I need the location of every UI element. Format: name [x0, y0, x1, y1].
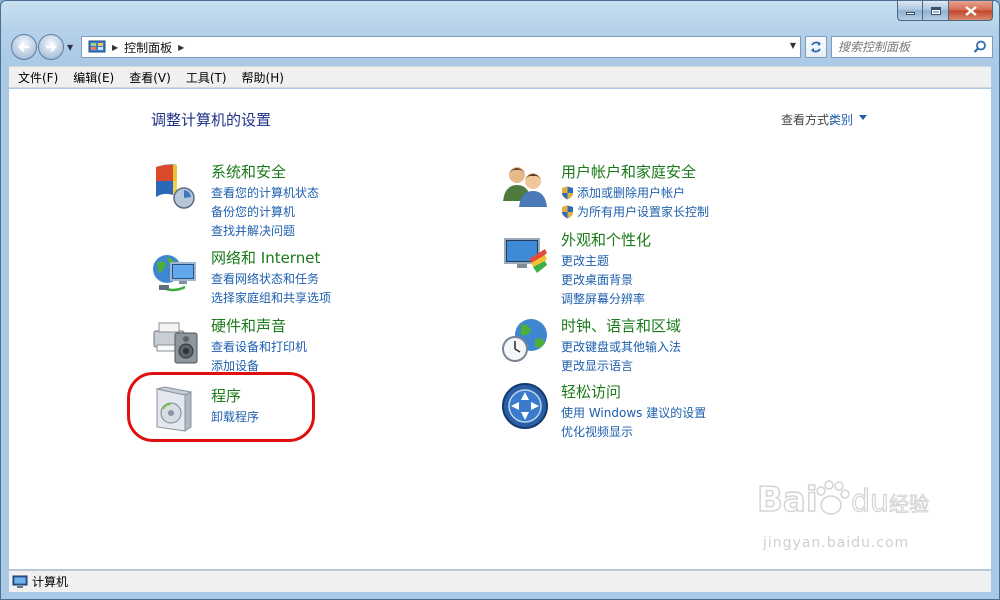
uac-shield-icon: [562, 186, 573, 199]
link-change-theme[interactable]: 更改主题: [561, 251, 645, 270]
arrow-left-icon: [18, 42, 29, 52]
caption-buttons: [897, 1, 993, 21]
watermark-url: jingyan.baidu.com: [763, 535, 910, 551]
link-view-devices-printers[interactable]: 查看设备和打印机: [211, 337, 307, 356]
category-title[interactable]: 系统和安全: [211, 161, 286, 182]
link-view-network-status[interactable]: 查看网络状态和任务: [211, 269, 331, 288]
link-backup-computer[interactable]: 备份您的计算机: [211, 202, 319, 221]
menu-view[interactable]: 查看(V): [120, 69, 177, 86]
svg-text:du: du: [851, 484, 889, 519]
link-change-keyboard[interactable]: 更改键盘或其他输入法: [561, 337, 681, 356]
search-input[interactable]: [832, 40, 968, 54]
network-internet-icon[interactable]: [151, 247, 201, 297]
status-bar: 计算机: [9, 570, 991, 592]
menu-bar: 文件(F) 编辑(E) 查看(V) 工具(T) 帮助(H): [9, 66, 991, 88]
baidu-jingyan-logo: Bai du 经验: [756, 479, 929, 521]
address-dropdown[interactable]: ▼: [790, 41, 796, 50]
breadcrumb-chevron-icon[interactable]: ▶: [112, 43, 118, 52]
svg-text:经验: 经验: [889, 492, 929, 516]
category-title[interactable]: 外观和个性化: [561, 229, 651, 250]
annotation-highlight-circle: [127, 372, 315, 442]
user-accounts-icon[interactable]: [501, 161, 551, 211]
arrow-right-icon: [46, 42, 57, 52]
search-box: [831, 36, 993, 58]
refresh-button[interactable]: [805, 36, 827, 58]
category-title[interactable]: 时钟、语言和区域: [561, 315, 681, 336]
link-recommended-settings[interactable]: 使用 Windows 建议的设置: [561, 403, 706, 422]
navigation-bar: ▼ ▶ 控制面板 ▶ ▼: [9, 31, 993, 63]
control-panel-icon: [88, 40, 106, 53]
link-add-remove-user[interactable]: 添加或删除用户帐户: [561, 183, 709, 202]
status-text: 计算机: [32, 575, 69, 589]
close-icon: [964, 5, 977, 16]
category-title[interactable]: 硬件和声音: [211, 315, 286, 336]
view-by-dropdown-arrow-icon[interactable]: [859, 115, 867, 120]
link-screen-resolution[interactable]: 调整屏幕分辨率: [561, 289, 645, 308]
system-security-icon[interactable]: [151, 161, 201, 211]
menu-tools[interactable]: 工具(T): [177, 69, 233, 86]
maximize-icon: [930, 6, 941, 15]
forward-button[interactable]: [38, 34, 64, 60]
link-troubleshoot[interactable]: 查找并解决问题: [211, 221, 319, 240]
menu-file[interactable]: 文件(F): [9, 69, 64, 86]
address-bar[interactable]: ▶ 控制面板 ▶ ▼: [81, 36, 801, 58]
category-title[interactable]: 网络和 Internet: [211, 247, 320, 268]
content-pane: 调整计算机的设置 查看方式: 类别 系统和安全 查看您的计算机状态 备份您的计算…: [9, 89, 991, 569]
clock-region-icon[interactable]: [501, 315, 551, 365]
computer-icon: [12, 575, 28, 588]
link-view-computer-status[interactable]: 查看您的计算机状态: [211, 183, 319, 202]
minimize-icon: [905, 12, 915, 15]
view-by-dropdown[interactable]: 类别: [829, 111, 853, 128]
link-homegroup-sharing[interactable]: 选择家庭组和共享选项: [211, 288, 331, 307]
appearance-icon[interactable]: [501, 229, 551, 279]
uac-shield-icon: [562, 205, 573, 218]
search-icon[interactable]: [973, 40, 987, 54]
breadcrumb-control-panel[interactable]: 控制面板: [124, 39, 172, 56]
category-title[interactable]: 轻松访问: [561, 381, 621, 402]
ease-of-access-icon[interactable]: [501, 381, 551, 431]
link-optimize-display[interactable]: 优化视频显示: [561, 422, 706, 441]
refresh-icon: [811, 41, 821, 53]
link-change-background[interactable]: 更改桌面背景: [561, 270, 645, 289]
recent-pages-dropdown[interactable]: ▼: [67, 43, 77, 53]
svg-text:Bai: Bai: [757, 480, 818, 520]
menu-edit[interactable]: 编辑(E): [64, 69, 120, 86]
control-panel-window: ▼ ▶ 控制面板 ▶ ▼ 搜索控制面板 文件(F) 编辑(E) 查看(V) 工具…: [0, 0, 1000, 600]
view-by-label: 查看方式:: [780, 113, 833, 127]
minimize-button[interactable]: [897, 1, 923, 21]
link-change-display-language[interactable]: 更改显示语言: [561, 356, 681, 375]
maximize-button[interactable]: [923, 1, 949, 21]
close-button[interactable]: [949, 1, 993, 21]
link-text[interactable]: 添加或删除用户帐户: [577, 184, 685, 201]
breadcrumb-chevron-icon[interactable]: ▶: [178, 43, 184, 52]
baidu-watermark: Bai du 经验 jingyan.baidu.com: [755, 469, 935, 559]
hardware-sound-icon[interactable]: [151, 315, 201, 365]
link-parental-controls[interactable]: 为所有用户设置家长控制: [561, 202, 709, 221]
back-button[interactable]: [11, 34, 37, 60]
category-title[interactable]: 用户帐户和家庭安全: [561, 161, 696, 182]
page-title: 调整计算机的设置: [151, 111, 272, 129]
link-text[interactable]: 为所有用户设置家长控制: [577, 203, 709, 220]
menu-help[interactable]: 帮助(H): [233, 69, 290, 86]
